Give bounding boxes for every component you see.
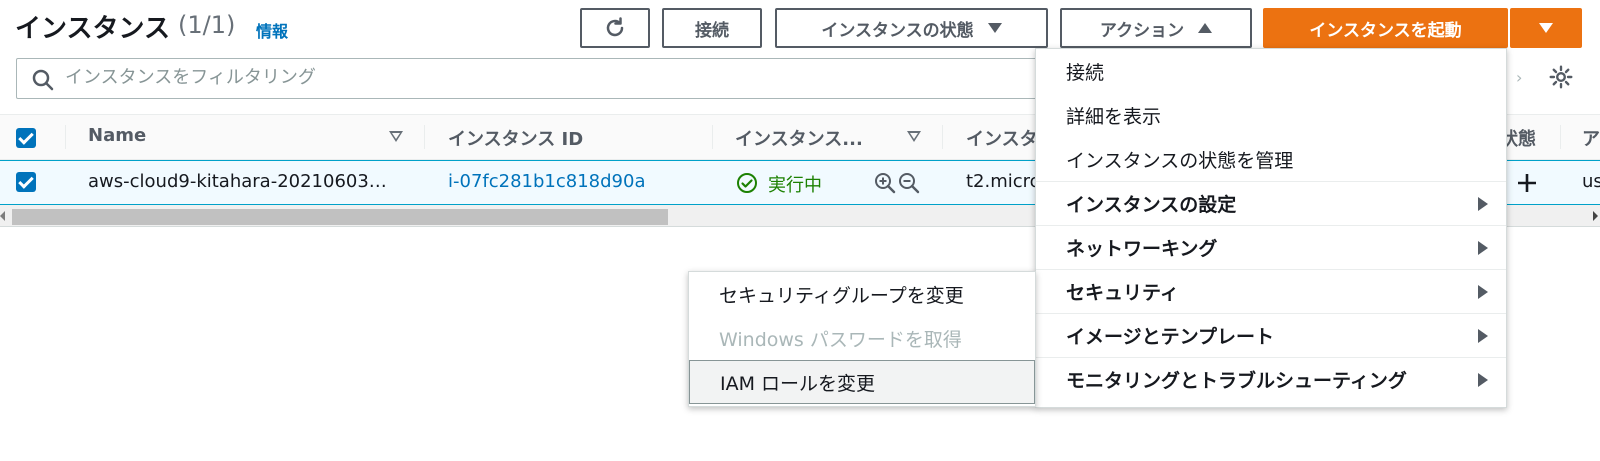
cell-state: 実行中 <box>768 175 822 196</box>
submenu-item-modify-iam-role[interactable]: IAM ロールを変更 <box>689 360 1035 404</box>
instance-state-label: インスタンスの状態 <box>821 20 974 41</box>
page-title: インスタンス <box>15 14 170 44</box>
menu-item-label: ネットワーキング <box>1066 238 1218 260</box>
sort-icon[interactable] <box>907 131 921 142</box>
pagination-next-icon[interactable]: › <box>1516 68 1522 87</box>
row-checkbox[interactable] <box>16 172 36 192</box>
column-divider[interactable] <box>942 125 943 149</box>
menu-item-label: イメージとテンプレート <box>1066 326 1275 348</box>
column-header-instance-id[interactable]: インスタンス ID <box>448 125 583 151</box>
menu-item-manage-state[interactable]: インスタンスの状態を管理 <box>1036 137 1506 181</box>
column-header-instance-type[interactable]: インスタ <box>966 125 1038 151</box>
menu-item-networking[interactable]: ネットワーキング <box>1036 225 1506 269</box>
cell-name: aws-cloud9-kitahara-20210603… <box>88 171 387 192</box>
refresh-button[interactable] <box>580 8 650 48</box>
menu-item-instance-settings[interactable]: インスタンスの設定 <box>1036 181 1506 225</box>
instance-count: (1/1) <box>178 11 236 39</box>
chevron-right-icon <box>1478 373 1488 387</box>
submenu-item-change-security-groups[interactable]: セキュリティグループを変更 <box>689 272 1035 316</box>
menu-item-view-details[interactable]: 詳細を表示 <box>1036 93 1506 137</box>
menu-item-label: セキュリティ <box>1066 282 1179 304</box>
select-all-checkbox[interactable] <box>16 128 36 148</box>
launch-instance-button[interactable]: インスタンスを起動 <box>1263 8 1508 48</box>
filter-input[interactable] <box>65 67 965 88</box>
filter-box[interactable] <box>16 58 1046 99</box>
zoom-out-icon[interactable] <box>898 172 920 194</box>
refresh-icon <box>606 17 624 37</box>
submenu-item-get-windows-password: Windows パスワードを取得 <box>719 328 962 351</box>
connect-label: 接続 <box>695 20 729 41</box>
menu-item-label: モニタリングとトラブルシューティング <box>1066 370 1407 392</box>
chevron-right-icon <box>1478 241 1488 255</box>
column-header-az[interactable]: ア <box>1582 125 1600 151</box>
zoom-in-icon[interactable] <box>874 172 896 194</box>
menu-item-security[interactable]: セキュリティ <box>1036 269 1506 313</box>
security-submenu: セキュリティグループを変更 Windows パスワードを取得 IAM ロールを変… <box>688 271 1036 407</box>
cell-availability-zone: us <box>1582 171 1600 192</box>
scroll-left-arrow-icon[interactable] <box>0 211 5 221</box>
column-divider[interactable] <box>712 125 713 149</box>
menu-item-connect[interactable]: 接続 <box>1036 49 1506 93</box>
scroll-right-arrow-icon[interactable] <box>1593 211 1598 221</box>
caret-up-icon <box>1198 23 1213 33</box>
actions-button[interactable]: アクション <box>1060 8 1252 48</box>
actions-menu: 接続 詳細を表示 インスタンスの状態を管理 インスタンスの設定 ネットワーキング… <box>1035 48 1507 408</box>
gear-icon[interactable] <box>1548 64 1574 90</box>
info-link[interactable]: 情報 <box>256 18 288 42</box>
column-divider[interactable] <box>424 125 425 149</box>
launch-dropdown-button[interactable] <box>1510 8 1582 48</box>
launch-label: インスタンスを起動 <box>1309 20 1462 41</box>
caret-down-icon <box>1539 23 1553 33</box>
caret-down-icon <box>987 23 1002 33</box>
menu-item-monitoring[interactable]: モニタリングとトラブルシューティング <box>1036 357 1506 401</box>
search-icon <box>32 69 54 91</box>
plus-icon[interactable] <box>1516 172 1538 194</box>
instance-state-button[interactable]: インスタンスの状態 <box>775 8 1048 48</box>
actions-label: アクション <box>1099 20 1185 41</box>
column-divider[interactable] <box>1560 125 1561 149</box>
menu-item-images-templates[interactable]: イメージとテンプレート <box>1036 313 1506 357</box>
cell-instance-id[interactable]: i-07fc281b1c818d90a <box>448 171 645 192</box>
menu-item-label: インスタンスの設定 <box>1066 194 1237 216</box>
chevron-right-icon <box>1478 197 1488 211</box>
column-header-instance-state[interactable]: インスタンス... <box>735 125 863 151</box>
column-header-name[interactable]: Name <box>88 125 146 146</box>
connect-button[interactable]: 接続 <box>662 8 762 48</box>
chevron-right-icon <box>1478 329 1488 343</box>
chevron-right-icon <box>1478 285 1488 299</box>
scrollbar-thumb[interactable] <box>12 209 668 225</box>
sort-icon[interactable] <box>389 131 403 142</box>
column-divider <box>65 125 66 149</box>
running-status-icon <box>737 173 757 193</box>
cell-instance-type: t2.micro <box>966 171 1036 192</box>
